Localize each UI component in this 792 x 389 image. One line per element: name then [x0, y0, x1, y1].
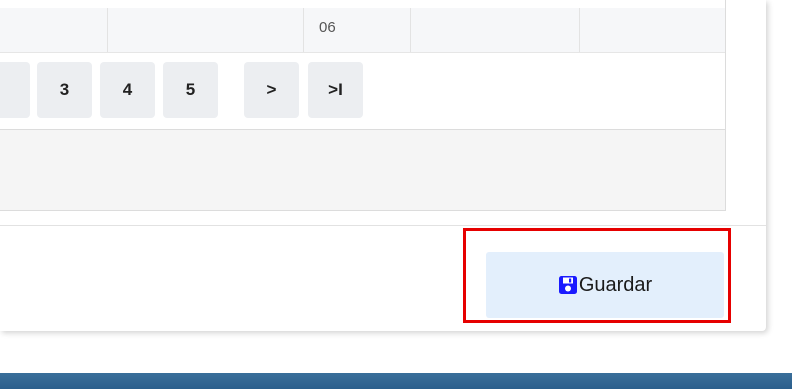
page-button-5[interactable]: 5	[163, 62, 218, 118]
content-panel: 06 3 4 5 > >I	[0, 0, 726, 211]
taskbar-strip	[0, 373, 792, 389]
panel-footer	[0, 130, 725, 210]
table-cell	[580, 8, 725, 52]
table-cell-date: 06	[304, 8, 411, 52]
next-page-button[interactable]: >	[244, 62, 299, 118]
page-button-4[interactable]: 4	[100, 62, 155, 118]
save-button-label: Guardar	[578, 273, 653, 296]
floppy-disk-icon	[558, 275, 579, 295]
pagination: 3 4 5 > >I	[0, 53, 725, 130]
save-button[interactable]: Guardar	[486, 252, 724, 318]
table-row: 06	[0, 8, 725, 53]
divider	[0, 225, 766, 226]
table-cell	[108, 8, 304, 52]
last-page-button[interactable]: >I	[308, 62, 363, 118]
table-cell	[411, 8, 580, 52]
table-cell	[0, 8, 108, 52]
page-button-3[interactable]: 3	[37, 62, 92, 118]
page-button-partial[interactable]	[0, 62, 30, 118]
